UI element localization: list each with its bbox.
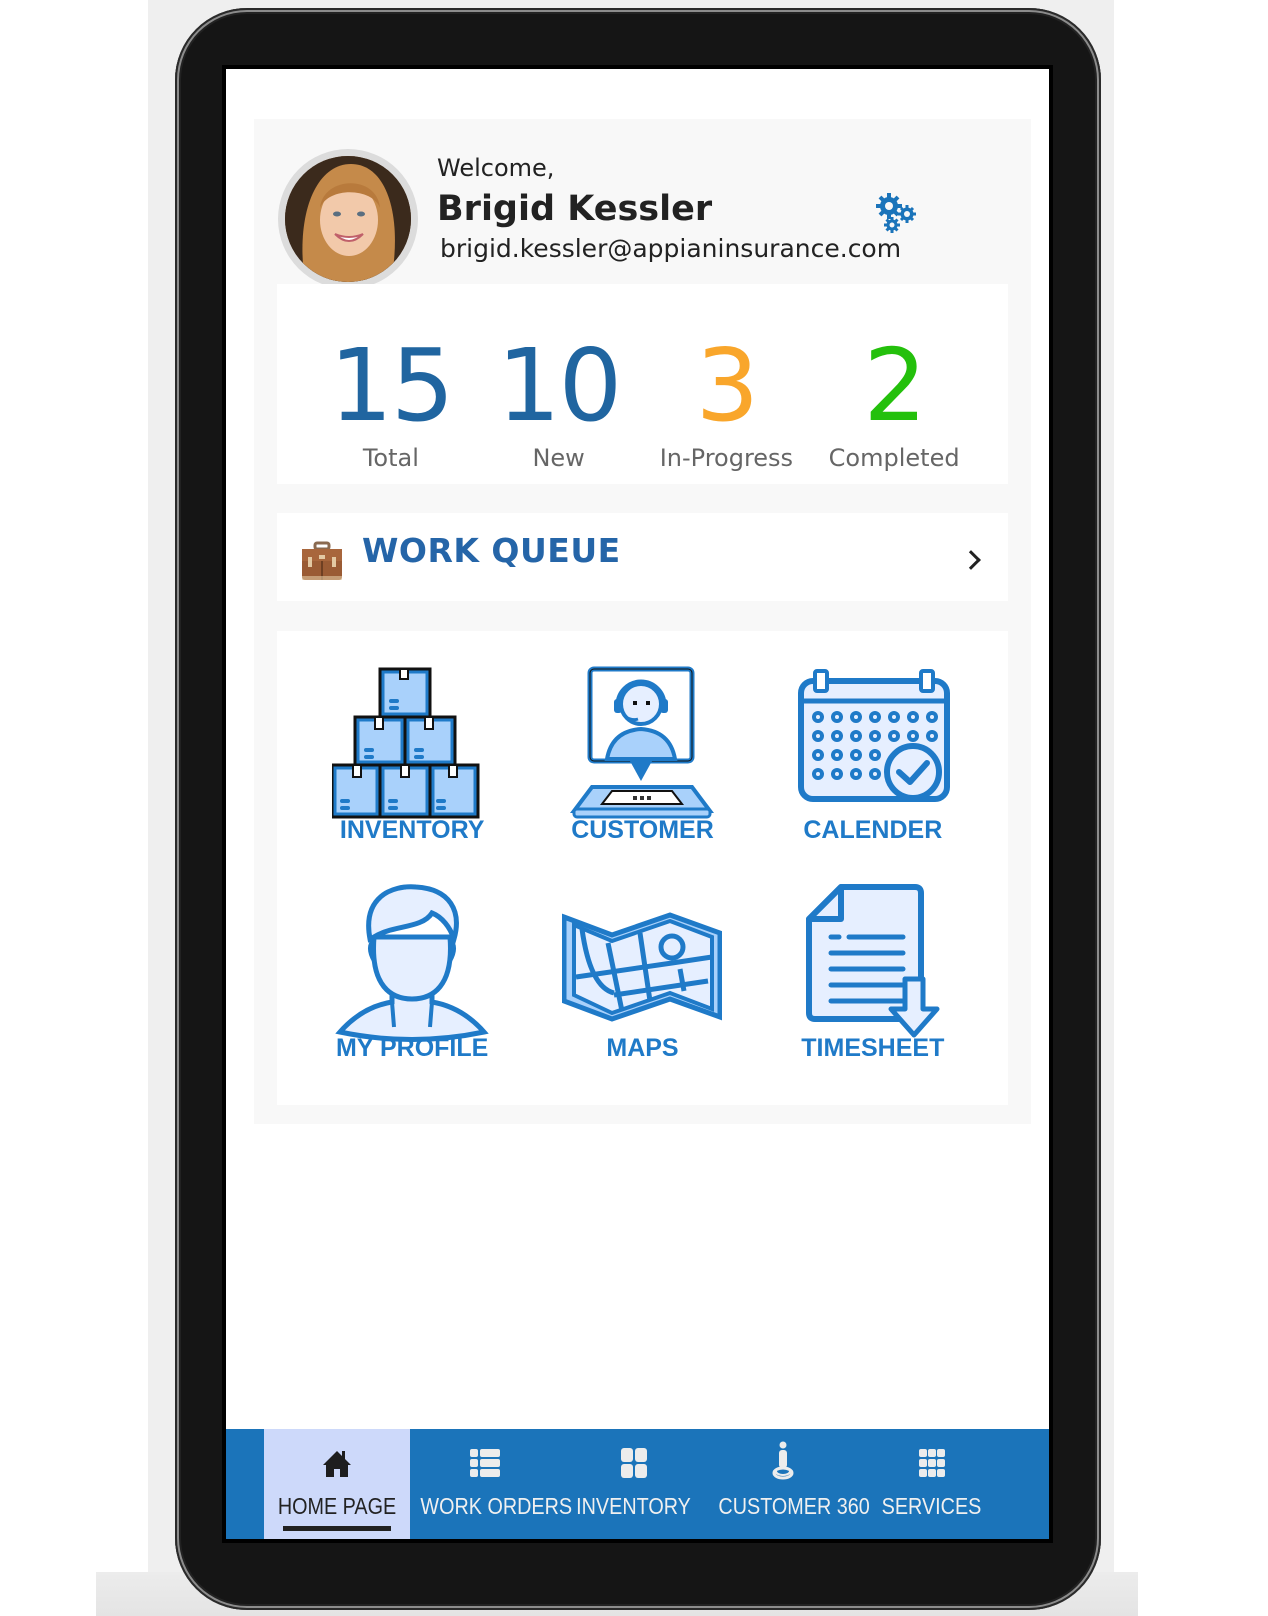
boxes-icon	[332, 667, 480, 819]
tile-maps[interactable]: MAPS	[527, 877, 757, 1095]
list-icon	[469, 1449, 500, 1477]
stat-label: Total	[362, 444, 419, 472]
gears-icon[interactable]	[874, 191, 918, 235]
tile-label: CUSTOMER	[571, 816, 714, 844]
task-stats: 15 Total 10 New 3 In-Progress 2 Complete…	[277, 284, 1008, 484]
app-tiles: INVENTORY CUSTOMER CALENDER MY PROFILE M…	[277, 631, 1008, 1105]
portrait-image	[285, 156, 411, 282]
tile-label: MY PROFILE	[335, 1034, 489, 1062]
tile-label: INVENTORY	[339, 816, 485, 844]
tile-inventory[interactable]: INVENTORY	[297, 659, 527, 877]
bottom-nav: HOME PAGE WORK ORDERS INVENTORY CUSTOMER…	[226, 1429, 1049, 1539]
nav-label: CUSTOMER 360	[718, 1493, 870, 1519]
avatar-photo	[285, 156, 411, 282]
tile-label: MAPS	[606, 1034, 679, 1062]
document-download-icon	[805, 884, 940, 1038]
nav-label: WORK ORDERS	[420, 1493, 573, 1519]
calendar-check-icon	[797, 669, 950, 802]
stat-value: 2	[863, 327, 927, 444]
apps-grid-icon	[918, 1449, 945, 1477]
customer-support-icon	[570, 666, 715, 819]
nav-label: SERVICES	[881, 1493, 982, 1519]
stat-completed[interactable]: 2 Completed	[810, 284, 978, 484]
avatar[interactable]	[278, 149, 418, 289]
stat-value: 3	[695, 327, 760, 444]
nav-home-page[interactable]: HOME PAGE	[264, 1429, 410, 1539]
tile-calender[interactable]: CALENDER	[758, 659, 988, 877]
grid-four-icon	[620, 1448, 647, 1478]
nav-label: INVENTORY	[576, 1493, 691, 1519]
tile-my-profile[interactable]: MY PROFILE	[297, 877, 527, 1095]
tile-label: TIMESHEET	[801, 1034, 945, 1062]
briefcase-icon	[302, 541, 342, 580]
home-icon	[323, 1451, 351, 1477]
active-tab-indicator	[283, 1526, 391, 1531]
map-icon	[562, 912, 723, 1022]
profile-header: Welcome, Brigid Kessler brigid.kessler@a…	[254, 119, 1031, 289]
user-name: Brigid Kessler	[437, 189, 713, 229]
stat-value: 10	[497, 327, 622, 444]
welcome-text: Welcome,	[437, 154, 555, 182]
chevron-right-icon	[961, 550, 981, 570]
app-screen: Welcome, Brigid Kessler brigid.kessler@a…	[222, 65, 1053, 1543]
work-queue-link[interactable]: WORK QUEUE	[277, 513, 1008, 601]
tile-customer[interactable]: CUSTOMER	[527, 659, 757, 877]
user-email: brigid.kessler@appianinsurance.com	[440, 234, 902, 263]
stat-label: New	[532, 444, 585, 472]
nav-label: HOME PAGE	[277, 1493, 397, 1519]
work-queue-title: WORK QUEUE	[362, 531, 621, 570]
tile-timesheet[interactable]: TIMESHEET	[758, 877, 988, 1095]
home-panel: Welcome, Brigid Kessler brigid.kessler@a…	[254, 119, 1031, 1124]
stat-new[interactable]: 10 New	[475, 284, 643, 484]
nav-inventory[interactable]: INVENTORY	[559, 1429, 708, 1539]
nav-services[interactable]: SERVICES	[857, 1429, 1006, 1539]
person-pin-icon	[772, 1441, 793, 1480]
stat-in-progress[interactable]: 3 In-Progress	[643, 284, 811, 484]
stat-label: In-Progress	[659, 444, 794, 472]
tile-label: CALENDER	[803, 816, 943, 844]
nav-customer-360[interactable]: CUSTOMER 360	[708, 1429, 870, 1539]
stat-total[interactable]: 15 Total	[307, 284, 475, 484]
user-profile-icon	[335, 884, 489, 1042]
stat-value: 15	[329, 327, 454, 444]
stat-label: Completed	[828, 444, 960, 472]
nav-work-orders[interactable]: WORK ORDERS	[410, 1429, 573, 1539]
